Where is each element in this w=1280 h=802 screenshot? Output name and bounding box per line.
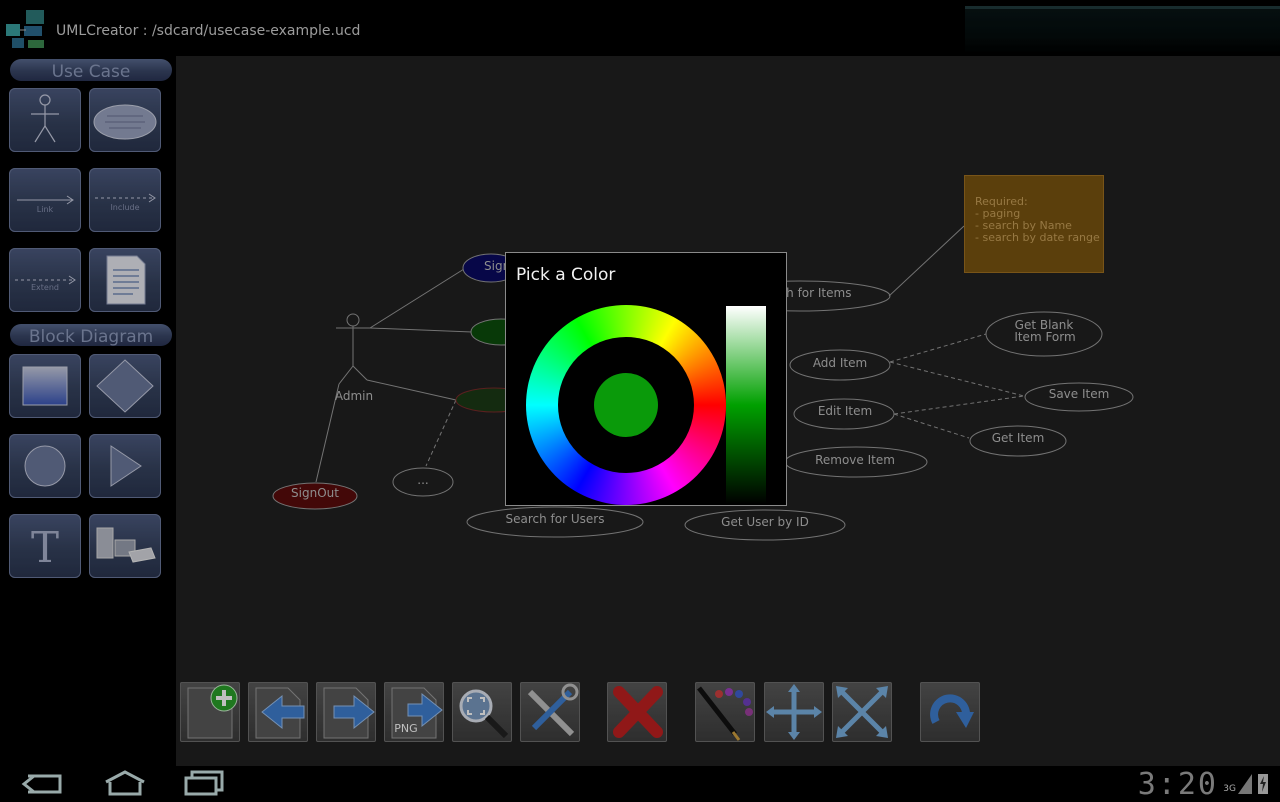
signal-icon <box>1238 774 1252 794</box>
shade-slider[interactable] <box>726 306 766 504</box>
system-bar: 3:20 3G <box>0 766 1280 802</box>
color-picker-dialog: Pick a Color <box>505 252 787 506</box>
battery-icon <box>1258 774 1268 794</box>
selected-color-swatch[interactable] <box>594 373 658 437</box>
home-icon[interactable] <box>102 770 148 796</box>
recent-apps-icon[interactable] <box>182 770 226 796</box>
dialog-title: Pick a Color <box>516 265 616 285</box>
clock: 3:20 <box>1137 767 1218 802</box>
back-icon[interactable] <box>20 772 66 796</box>
network-type: 3G <box>1223 784 1236 794</box>
